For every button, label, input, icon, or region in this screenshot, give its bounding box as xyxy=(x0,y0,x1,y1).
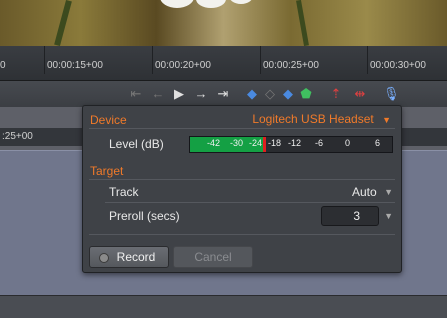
preroll-value: 3 xyxy=(353,209,360,223)
chevron-down-icon[interactable]: ▼ xyxy=(384,187,393,197)
preroll-input[interactable]: 3 xyxy=(321,206,379,226)
divider xyxy=(89,128,395,129)
meter-label: -24 xyxy=(249,138,263,148)
track-time-label: :25+00 xyxy=(2,131,33,142)
record-panel: Device Logitech USB Headset ▼ Level (dB)… xyxy=(82,105,402,273)
play-icon[interactable]: ▶ xyxy=(171,86,187,102)
mark-in-icon[interactable]: ◆ xyxy=(244,86,260,102)
skip-start-icon[interactable]: ⇤ xyxy=(128,86,144,102)
meter-label: -6 xyxy=(315,138,324,148)
cancel-button[interactable]: Cancel xyxy=(173,246,253,268)
record-icon xyxy=(99,253,109,263)
clip-icon[interactable]: ⬟ xyxy=(298,86,314,102)
preview-stem xyxy=(54,0,72,46)
target-section-title: Target xyxy=(90,164,124,178)
ruler-label: 0 xyxy=(0,60,6,71)
divider xyxy=(89,179,395,180)
ruler-label: 00:00:20+00 xyxy=(155,60,211,71)
meter-label: -42 xyxy=(207,138,221,148)
step-forward-icon[interactable]: → xyxy=(193,86,209,102)
ruler-tick xyxy=(44,46,45,74)
status-bar xyxy=(0,295,447,318)
preview-stem xyxy=(296,0,309,46)
timeline-ruler[interactable]: 0 00:00:15+00 00:00:20+00 00:00:25+00 00… xyxy=(0,46,447,81)
meter-label: -30 xyxy=(230,138,244,148)
preroll-label: Preroll (secs) xyxy=(109,209,180,223)
microphone-icon[interactable]: 🎙 xyxy=(383,86,400,102)
device-value: Logitech USB Headset xyxy=(252,112,374,126)
preview-flower xyxy=(196,0,226,8)
ruler-label: 00:00:30+00 xyxy=(370,60,426,71)
lift-icon[interactable]: ⇡ xyxy=(328,86,344,102)
meter-label: -18 xyxy=(268,138,282,148)
skip-end-icon[interactable]: ⇥ xyxy=(215,86,231,102)
track-select[interactable]: Auto xyxy=(352,185,377,199)
device-section-title: Device xyxy=(90,113,127,127)
meter-label: -12 xyxy=(288,138,302,148)
step-back-icon[interactable]: ← xyxy=(150,86,166,102)
chevron-down-icon[interactable]: ▼ xyxy=(384,211,393,221)
level-label: Level (dB) xyxy=(109,137,164,151)
ruler-tick xyxy=(367,46,368,74)
meter-label: 6 xyxy=(375,138,381,148)
mark-out-icon[interactable]: ◆ xyxy=(280,86,296,102)
meter-label: 0 xyxy=(345,138,351,148)
level-meter: -42 -30 -24 -18 -12 -6 0 6 xyxy=(189,136,393,153)
device-dropdown[interactable]: Logitech USB Headset ▼ xyxy=(252,112,391,126)
ruler-label: 00:00:15+00 xyxy=(47,60,103,71)
preview-flower xyxy=(160,0,194,8)
record-button[interactable]: Record xyxy=(89,246,169,268)
transport-toolbar: ⇤ ← ▶ → ⇥ ◆ ◇ ◆ ⬟ ⇡ ⇹ 🎙 xyxy=(0,81,447,107)
divider xyxy=(105,202,395,203)
video-preview xyxy=(0,0,447,46)
marker-icon[interactable]: ◇ xyxy=(262,86,278,102)
track-label: Track xyxy=(109,185,139,199)
ruler-label: 00:00:25+00 xyxy=(263,60,319,71)
chevron-down-icon: ▼ xyxy=(382,115,391,125)
meter-peak xyxy=(263,137,266,152)
ruler-tick xyxy=(152,46,153,74)
record-button-label: Record xyxy=(116,250,156,264)
extract-icon[interactable]: ⇹ xyxy=(352,86,368,102)
ruler-tick xyxy=(260,46,261,74)
preview-flower xyxy=(228,0,254,4)
divider xyxy=(89,234,395,235)
cancel-button-label: Cancel xyxy=(194,250,232,264)
